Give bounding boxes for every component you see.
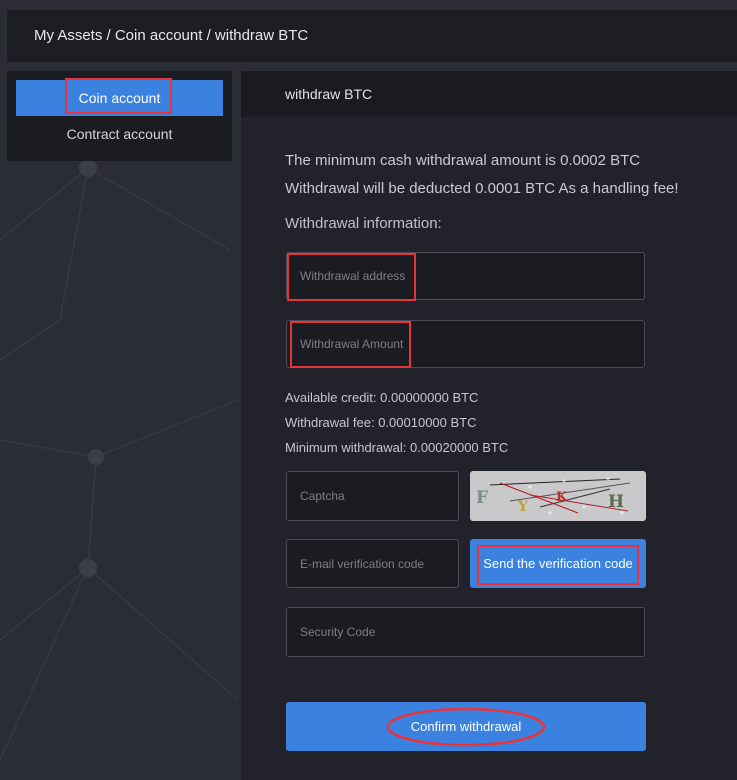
captcha-glyph: H [608, 492, 624, 512]
notice-minimum: The minimum cash withdrawal amount is 0.… [285, 152, 641, 169]
confirm-withdrawal-button[interactable]: Confirm withdrawal [286, 702, 646, 751]
svg-text:*: * [562, 478, 566, 487]
withdraw-notice: The minimum cash withdrawal amount is 0.… [285, 147, 679, 203]
captcha-graphic: F Y K H * * * * * * [476, 476, 631, 519]
captcha-field [286, 471, 459, 521]
withdrawal-address-field [286, 252, 645, 301]
svg-text:*: * [606, 476, 610, 485]
captcha-glyph: Y [517, 499, 529, 515]
panel-header: withdraw BTC [241, 71, 737, 117]
breadcrumb-bar: My Assets / Coin account / withdraw BTC [7, 10, 737, 62]
svg-text:*: * [620, 510, 624, 519]
captcha-image[interactable]: F Y K H * * * * * * [470, 471, 646, 521]
withdrawal-fee: Withdrawal fee: 0.00010000 BTC [285, 415, 477, 430]
withdraw-panel: withdraw BTC The minimum cash withdrawal… [241, 71, 737, 780]
withdraw-stats: Available credit: 0.00000000 BTC Withdra… [285, 385, 508, 460]
svg-text:*: * [528, 484, 532, 493]
confirm-label: Confirm withdrawal [410, 719, 522, 734]
captcha-glyph: K [556, 490, 568, 505]
email-code-field [286, 539, 459, 588]
breadcrumb: My Assets / Coin account / withdraw BTC [34, 27, 309, 44]
minimum-withdrawal: Minimum withdrawal: 0.00020000 BTC [285, 440, 509, 455]
highlight-box [65, 78, 172, 114]
highlight-box [290, 321, 411, 368]
send-verification-code-button[interactable]: Send the verification code [470, 539, 646, 588]
sidebar: Coin account Contract account [7, 71, 232, 161]
captcha-glyph: F [476, 488, 488, 508]
available-credit: Available credit: 0.00000000 BTC [285, 390, 479, 405]
sidebar-item-label: Contract account [66, 126, 173, 142]
panel-title: withdraw BTC [285, 86, 373, 102]
captcha-input[interactable] [287, 472, 458, 520]
withdrawal-amount-field [286, 320, 645, 368]
email-code-input[interactable] [287, 540, 458, 587]
svg-text:*: * [548, 510, 552, 519]
sidebar-item-coin-account[interactable]: Coin account [16, 78, 223, 116]
highlight-box [477, 545, 639, 585]
highlight-box [287, 253, 416, 301]
section-title: Withdrawal information: [285, 215, 442, 232]
security-code-field [286, 607, 645, 657]
notice-fee: Withdrawal will be deducted 0.0001 BTC A… [285, 180, 679, 197]
sidebar-item-contract-account[interactable]: Contract account [16, 116, 223, 152]
security-code-input[interactable] [287, 608, 644, 656]
svg-text:*: * [582, 504, 586, 513]
